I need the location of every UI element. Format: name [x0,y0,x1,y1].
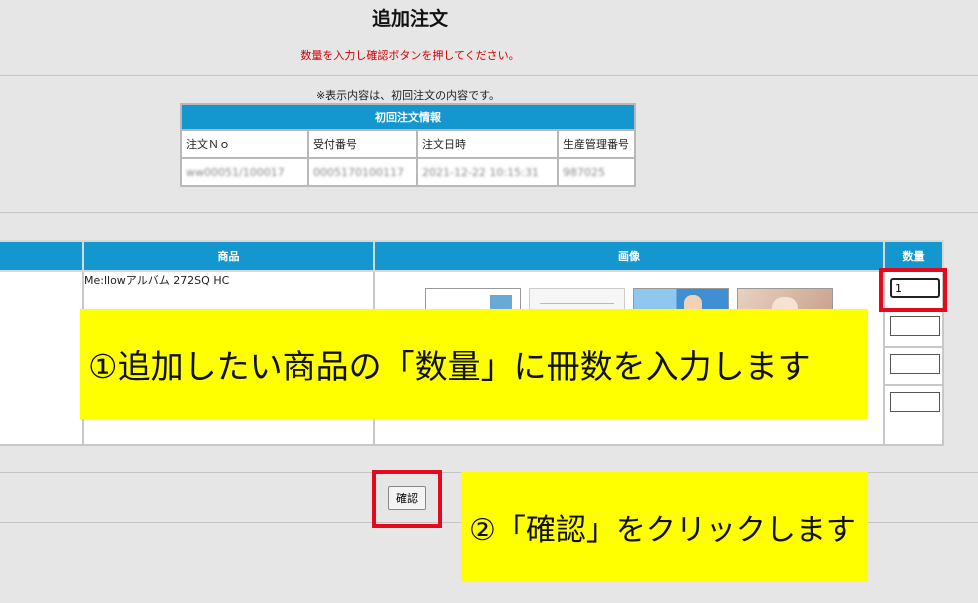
column-header-quantity: 数量 [883,240,944,272]
column-header-receipt-no: 受付番号 [307,129,418,159]
first-order-table: 初回注文情報 注文Ｎｏ 受付番号 注文日時 生産管理番号 ww00051/100… [180,103,636,187]
quantity-row [885,348,942,386]
quantity-input[interactable] [890,354,940,374]
column-header-blank [0,240,84,272]
quantity-highlight [879,268,947,312]
column-header-order-no: 注文Ｎｏ [180,129,309,159]
quantity-input[interactable] [890,392,940,412]
quantity-row [885,386,942,424]
receipt-no-value: 0005170100117 [307,157,418,187]
column-header-production-no: 生産管理番号 [557,129,636,159]
note-text: ※表示内容は、初回注文の内容です。 [315,89,501,102]
confirm-highlight [372,470,442,528]
step1-callout: ①追加したい商品の「数量」に冊数を入力します [80,309,868,419]
blank-cell [0,270,84,446]
quantity-input[interactable] [890,316,940,336]
first-order-header: 初回注文情報 [180,103,636,131]
column-header-product: 商品 [82,240,375,272]
page-title: 追加注文 [371,8,448,30]
order-date-value: 2021-12-22 10:15:31 [416,157,559,187]
column-header-order-date: 注文日時 [416,129,559,159]
divider [0,75,978,76]
instruction-text: 数量を入力し確認ボタンを押してください。 [300,49,520,62]
order-no-value: ww00051/100017 [180,157,309,187]
column-header-image: 画像 [373,240,885,272]
divider [0,212,978,213]
step2-callout: ②「確認」をクリックします [461,472,868,582]
divider [540,303,614,304]
production-no-value: 987025 [557,157,636,187]
quantity-row [885,310,942,348]
